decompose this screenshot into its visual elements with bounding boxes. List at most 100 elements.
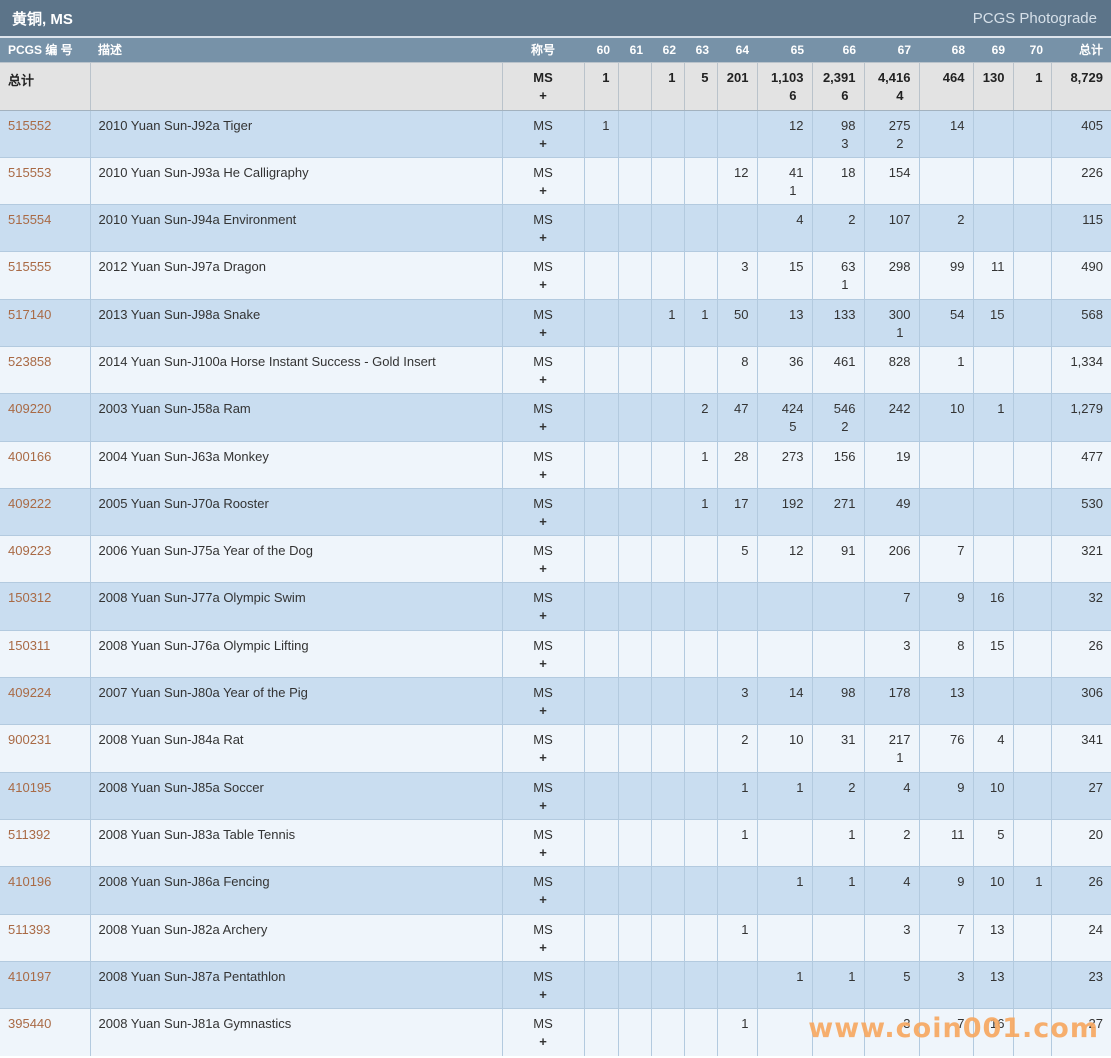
pcgs-number-link[interactable]: 410195 <box>8 780 51 795</box>
grade-count-cell: 5 <box>864 961 919 1008</box>
grade-count-cell: 1 <box>717 914 757 961</box>
grade-count-cell: 1 <box>757 867 812 914</box>
grade-count-cell <box>1013 157 1051 204</box>
grade-column-header: 64 <box>717 38 757 62</box>
grade-count-cell: 28 <box>717 441 757 488</box>
pcgs-number-link[interactable]: 515552 <box>8 118 51 133</box>
grade-count-cell: 1 <box>651 299 684 346</box>
table-row: 515555 2012 Yuan Sun-J97a Dragon MS + 3 … <box>0 252 1111 299</box>
pcgs-number-link[interactable]: 515555 <box>8 259 51 274</box>
grade-count-cell <box>973 488 1013 535</box>
grade-count-cell: 11 <box>973 252 1013 299</box>
table-row: 409223 2006 Yuan Sun-J75a Year of the Do… <box>0 536 1111 583</box>
designation-cell: MS + <box>502 819 584 866</box>
pcgs-number-link[interactable]: 409220 <box>8 401 51 416</box>
grade-count-cell: 271 <box>812 488 864 535</box>
grade-count-cell <box>717 867 757 914</box>
pcgs-number-link[interactable]: 523858 <box>8 354 51 369</box>
grade-count-cell <box>618 488 651 535</box>
pcgs-number-link[interactable]: 900231 <box>8 732 51 747</box>
totals-grade-count-cell: 1 <box>584 62 618 110</box>
grade-count-cell <box>973 346 1013 393</box>
designation-cell: MS + <box>502 630 584 677</box>
pcgs-number-cell: 409223 <box>0 536 90 583</box>
pcgs-number-link[interactable]: 150311 <box>8 638 50 653</box>
description-cell: 2004 Yuan Sun-J63a Monkey <box>90 441 502 488</box>
table-row: 515554 2010 Yuan Sun-J94a Environment MS… <box>0 205 1111 252</box>
grade-count-cell <box>973 536 1013 583</box>
grade-count-cell <box>618 299 651 346</box>
grade-count-cell <box>651 725 684 772</box>
pcgs-number-link[interactable]: 515554 <box>8 212 51 227</box>
title-bar: 黄铜, MS PCGS Photograde <box>0 0 1111 38</box>
grade-count-cell: 1 <box>812 961 864 1008</box>
pcgs-number-link[interactable]: 511392 <box>8 827 50 842</box>
designation-cell: MS + <box>502 961 584 1008</box>
grade-count-cell <box>919 488 973 535</box>
grade-count-cell: 17 <box>717 488 757 535</box>
pcgs-number-cell: 409222 <box>0 488 90 535</box>
grade-count-cell <box>584 252 618 299</box>
totals-grade-count-cell: 464 <box>919 62 973 110</box>
grade-count-cell <box>973 678 1013 725</box>
grade-count-cell <box>717 110 757 157</box>
pcgs-number-link[interactable]: 409223 <box>8 543 51 558</box>
grade-count-cell <box>757 914 812 961</box>
totals-grade-count-cell: 1 <box>1013 62 1051 110</box>
pcgs-number-link[interactable]: 150312 <box>8 590 51 605</box>
table-row: 511393 2008 Yuan Sun-J82a Archery MS + 1… <box>0 914 1111 961</box>
grade-count-cell: 3 <box>864 914 919 961</box>
designation-cell: MS + <box>502 1009 584 1056</box>
grade-count-cell: 1 <box>757 772 812 819</box>
pcgs-number-link[interactable]: 511393 <box>8 922 50 937</box>
row-total-cell: 32 <box>1051 583 1111 630</box>
pcgs-number-link[interactable]: 515553 <box>8 165 51 180</box>
grade-count-cell: 3 <box>864 1009 919 1056</box>
grade-count-cell <box>651 819 684 866</box>
description-cell: 2014 Yuan Sun-J100a Horse Instant Succes… <box>90 346 502 393</box>
grade-count-cell <box>618 819 651 866</box>
grade-count-cell <box>1013 394 1051 441</box>
pcgs-number-cell: 523858 <box>0 346 90 393</box>
grade-count-cell <box>618 630 651 677</box>
grade-count-cell <box>684 819 717 866</box>
grade-count-cell <box>584 583 618 630</box>
grade-count-cell <box>651 914 684 961</box>
grade-column-header: 60 <box>584 38 618 62</box>
grade-count-cell: 298 <box>864 252 919 299</box>
table-row: 515552 2010 Yuan Sun-J92a Tiger MS + 1 1… <box>0 110 1111 157</box>
grade-count-cell <box>584 819 618 866</box>
pcgs-number-link[interactable]: 395440 <box>8 1016 51 1031</box>
description-cell: 2005 Yuan Sun-J70a Rooster <box>90 488 502 535</box>
pcgs-number-link[interactable]: 400166 <box>8 449 51 464</box>
pcgs-number-cell: 395440 <box>0 1009 90 1056</box>
grade-count-cell: 4 <box>973 725 1013 772</box>
description-cell: 2008 Yuan Sun-J83a Table Tennis <box>90 819 502 866</box>
row-total-cell: 226 <box>1051 157 1111 204</box>
table-row: 900231 2008 Yuan Sun-J84a Rat MS + 2 10 … <box>0 725 1111 772</box>
pcgs-number-link[interactable]: 517140 <box>8 307 51 322</box>
grade-count-cell <box>618 678 651 725</box>
row-total-cell: 405 <box>1051 110 1111 157</box>
grade-count-cell <box>812 914 864 961</box>
grade-count-cell <box>584 441 618 488</box>
description-cell: 2007 Yuan Sun-J80a Year of the Pig <box>90 678 502 725</box>
grade-count-cell <box>717 961 757 1008</box>
row-total-cell: 1,334 <box>1051 346 1111 393</box>
pcgs-number-link[interactable]: 409224 <box>8 685 51 700</box>
grade-count-cell <box>618 252 651 299</box>
grade-count-cell <box>1013 488 1051 535</box>
designation-cell: MS + <box>502 110 584 157</box>
pcgs-number-link[interactable]: 410196 <box>8 874 51 889</box>
designation-cell: MS + <box>502 772 584 819</box>
grade-count-cell <box>618 157 651 204</box>
table-row: 409224 2007 Yuan Sun-J80a Year of the Pi… <box>0 678 1111 725</box>
grade-count-cell: 4245 <box>757 394 812 441</box>
pcgs-number-link[interactable]: 410197 <box>8 969 51 984</box>
grade-count-cell <box>1013 299 1051 346</box>
grade-count-cell: 50 <box>717 299 757 346</box>
pcgs-number-link[interactable]: 409222 <box>8 496 51 511</box>
photograde-link[interactable]: PCGS Photograde <box>973 10 1097 27</box>
table-row: 150312 2008 Yuan Sun-J77a Olympic Swim M… <box>0 583 1111 630</box>
description-cell: 2013 Yuan Sun-J98a Snake <box>90 299 502 346</box>
